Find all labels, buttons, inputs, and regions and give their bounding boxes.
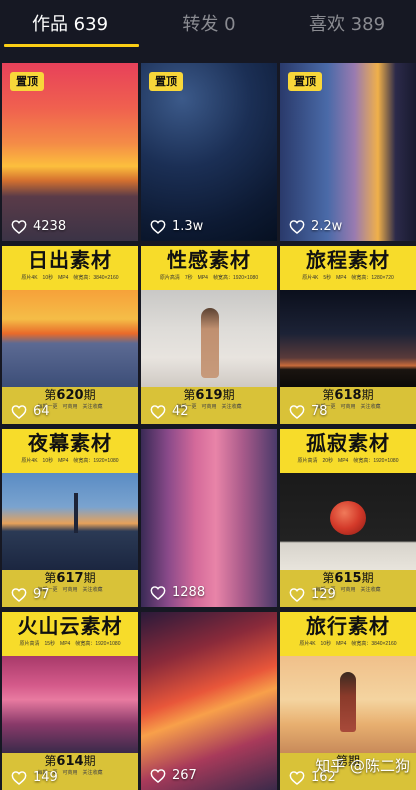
sunrise-sea-image — [2, 290, 138, 387]
poster-title: 夜幕素材 — [28, 431, 112, 455]
poster-banner: 日出素材 原片4K 10秒 MP4 帧宽高：3840×2160 — [2, 246, 138, 290]
video-thumbnail[interactable]: 性感素材 原片高清 7秒 MP4 帧宽高：1920×1080 第619期 每期一… — [141, 246, 277, 424]
poster-specs: 原片4K 10秒 MP4 帧宽高：1920×1080 — [21, 458, 119, 464]
heart-icon — [150, 769, 166, 783]
poster-title: 火山云素材 — [17, 614, 123, 638]
like-count-value: 97 — [33, 587, 50, 602]
pink-reflection-image — [141, 429, 277, 607]
video-thumbnail[interactable]: 孤寂素材 原片高清 20秒 MP4 帧宽高：1920×1080 第615期 每期… — [280, 429, 416, 607]
like-count-value: 149 — [33, 770, 58, 785]
video-thumbnail[interactable]: 267 — [141, 612, 277, 790]
like-count: 2.2w — [289, 219, 342, 234]
video-thumbnail[interactable]: 夜幕素材 原片4K 10秒 MP4 帧宽高：1920×1080 第617期 每期… — [2, 429, 138, 607]
like-count-value: 78 — [311, 404, 328, 419]
heart-icon — [289, 588, 305, 602]
video-grid: 置顶 4238 置顶 1.3w 置顶 2.2w 日出素材 原片4K 10秒 MP… — [0, 60, 416, 790]
poster-banner: 旅行素材 原片4K 10秒 MP4 帧宽高：3840×2160 — [280, 612, 416, 656]
episode-number: 第615期 — [322, 571, 374, 586]
like-count: 129 — [289, 587, 336, 602]
watermark: 知乎 @陈二狗 — [315, 757, 410, 775]
poster-banner: 火山云素材 原片高清 15秒 MP4 帧宽高：1920×1080 — [2, 612, 138, 656]
like-count-value: 1.3w — [172, 219, 204, 234]
heart-icon — [150, 586, 166, 600]
like-count: 4238 — [11, 219, 66, 234]
city-dusk-image — [2, 473, 138, 570]
episode-number: 第617期 — [44, 571, 96, 586]
heart-icon — [289, 220, 305, 234]
poster-title: 性感素材 — [167, 248, 251, 272]
video-thumbnail[interactable]: 置顶 1.3w — [141, 63, 277, 241]
episode-number: 第614期 — [44, 754, 96, 769]
heart-icon — [289, 405, 305, 419]
heart-icon — [150, 220, 166, 234]
active-tab-indicator — [4, 44, 139, 47]
poster-specs: 原片高清 7秒 MP4 帧宽高：1920×1080 — [159, 275, 259, 281]
video-thumbnail[interactable]: 1288 — [141, 429, 277, 607]
like-count: 64 — [11, 404, 50, 419]
poster-specs: 原片高清 20秒 MP4 帧宽高：1920×1080 — [297, 458, 399, 464]
beach-figure-image — [141, 290, 277, 387]
like-count-value: 267 — [172, 768, 197, 783]
travel-woman-image — [280, 656, 416, 753]
heart-icon — [11, 405, 27, 419]
tab-works[interactable]: 作品 639 — [0, 0, 140, 50]
video-thumbnail[interactable]: 日出素材 原片4K 10秒 MP4 帧宽高：3840×2160 第620期 每期… — [2, 246, 138, 424]
desert-road-image — [280, 290, 416, 387]
video-thumbnail[interactable]: 置顶 2.2w — [280, 63, 416, 241]
pinned-badge: 置顶 — [10, 72, 44, 91]
fiery-sky-image — [141, 612, 277, 790]
like-count-value: 2.2w — [311, 219, 343, 234]
like-count-value: 42 — [172, 404, 189, 419]
like-count: 78 — [289, 404, 328, 419]
pinned-badge: 置顶 — [149, 72, 183, 91]
like-count: 149 — [11, 770, 58, 785]
like-count-value: 1288 — [172, 585, 206, 600]
video-thumbnail[interactable]: 置顶 4238 — [2, 63, 138, 241]
episode-number: 第619期 — [183, 388, 235, 403]
episode-number: 第618期 — [322, 388, 374, 403]
video-thumbnail[interactable]: 火山云素材 原片高清 15秒 MP4 帧宽高：1920×1080 第614期 每… — [2, 612, 138, 790]
poster-title: 旅行素材 — [306, 614, 390, 638]
heart-icon — [11, 588, 27, 602]
poster-specs: 原片高清 15秒 MP4 帧宽高：1920×1080 — [19, 641, 121, 647]
tab-likes[interactable]: 喜欢 389 — [278, 0, 416, 50]
poster-title: 孤寂素材 — [306, 431, 390, 455]
like-count: 1.3w — [150, 219, 203, 234]
like-count-value: 4238 — [33, 219, 67, 234]
episode-number: 第620期 — [44, 388, 96, 403]
apple-image — [280, 473, 416, 570]
volcano-cloud-image — [2, 656, 138, 753]
heart-icon — [150, 405, 166, 419]
tab-reposts[interactable]: 转发 0 — [140, 0, 278, 50]
heart-icon — [289, 771, 305, 785]
like-count-value: 129 — [311, 587, 336, 602]
poster-banner: 夜幕素材 原片4K 10秒 MP4 帧宽高：1920×1080 — [2, 429, 138, 473]
heart-icon — [11, 771, 27, 785]
poster-specs: 原片4K 10秒 MP4 帧宽高：3840×2160 — [299, 641, 397, 647]
heart-icon — [11, 220, 27, 234]
poster-specs: 原片4K 5秒 MP4 帧宽高：1280×720 — [302, 275, 394, 281]
video-thumbnail[interactable]: 旅程素材 原片4K 5秒 MP4 帧宽高：1280×720 第618期 每期一更… — [280, 246, 416, 424]
like-count: 97 — [11, 587, 50, 602]
like-count-value: 64 — [33, 404, 50, 419]
profile-tabs: 作品 639 转发 0 喜欢 389 — [0, 0, 416, 50]
like-count: 1288 — [150, 585, 205, 600]
like-count: 267 — [150, 768, 197, 783]
poster-title: 日出素材 — [28, 248, 112, 272]
poster-title: 旅程素材 — [306, 248, 390, 272]
poster-specs: 原片4K 10秒 MP4 帧宽高：3840×2160 — [21, 275, 119, 281]
poster-banner: 孤寂素材 原片高清 20秒 MP4 帧宽高：1920×1080 — [280, 429, 416, 473]
poster-banner: 旅程素材 原片4K 5秒 MP4 帧宽高：1280×720 — [280, 246, 416, 290]
like-count: 42 — [150, 404, 189, 419]
pinned-badge: 置顶 — [288, 72, 322, 91]
poster-banner: 性感素材 原片高清 7秒 MP4 帧宽高：1920×1080 — [141, 246, 277, 290]
